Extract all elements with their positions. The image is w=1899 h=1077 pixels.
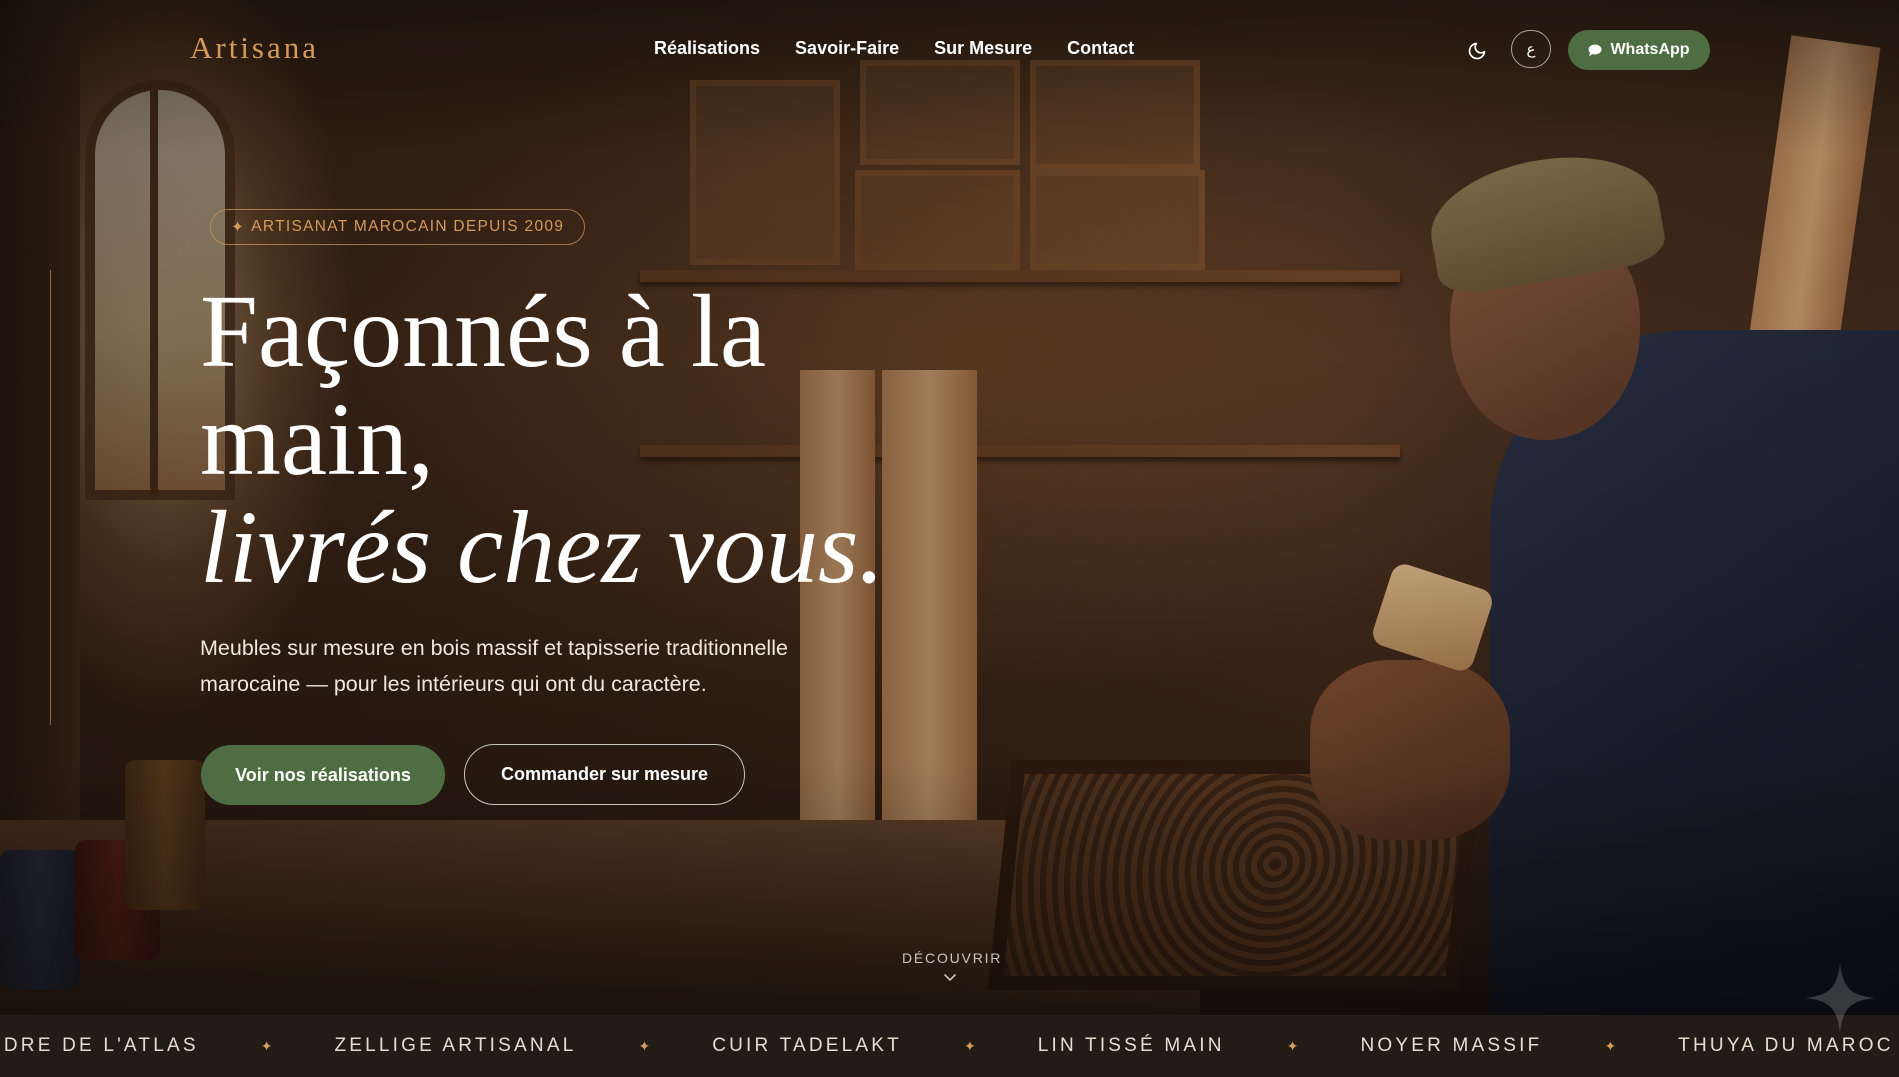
marquee-item: LIN TISSÉ MAIN — [1037, 1035, 1225, 1056]
marquee-item: ÈDRE DE L'ATLAS — [0, 1035, 199, 1056]
discover-label: DÉCOUVRIR — [902, 950, 1003, 966]
marquee-item: CUIR TADELAKT — [712, 1035, 902, 1056]
chevron-down-icon — [944, 974, 956, 982]
star-separator-icon: ✦ — [963, 1037, 976, 1054]
hero-title-line-2: main, — [200, 382, 434, 497]
whatsapp-button[interactable]: WhatsApp — [1568, 30, 1710, 70]
scroll-discover[interactable]: DÉCOUVRIR — [902, 950, 1000, 982]
nav-item-savoir-faire[interactable]: Savoir-Faire — [795, 38, 899, 59]
hero-title-line-3: livrés chez vous. — [200, 490, 885, 605]
star-separator-icon: ✦ — [638, 1037, 651, 1054]
star-separator-icon: ✦ — [1286, 1037, 1299, 1054]
main-nav: Réalisations Savoir-Faire Sur Mesure Con… — [654, 38, 1134, 59]
hero-title: Façonnés à la main, livrés chez vous. — [200, 278, 884, 602]
decorative-vertical-line — [50, 270, 51, 725]
star-separator-icon: ✦ — [1604, 1037, 1617, 1054]
sparkle-decoration-icon — [1805, 963, 1875, 1033]
custom-order-button[interactable]: Commander sur mesure — [464, 744, 745, 805]
hero-subtitle: Meubles sur mesure en bois massif et tap… — [200, 630, 880, 702]
language-toggle-button[interactable]: ع — [1511, 30, 1551, 68]
hero-title-line-1: Façonnés à la — [200, 274, 767, 389]
site-logo[interactable]: Artisana — [190, 30, 319, 66]
star-separator-icon: ✦ — [260, 1037, 273, 1054]
chat-bubble-icon — [1588, 44, 1602, 56]
marquee-item: ZELLIGE ARTISANAL — [334, 1035, 577, 1056]
nav-item-sur-mesure[interactable]: Sur Mesure — [934, 38, 1032, 59]
nav-item-contact[interactable]: Contact — [1067, 38, 1134, 59]
heritage-badge: ✦ ARTISANAT MAROCAIN DEPUIS 2009 — [210, 209, 586, 245]
hero-subtitle-line-1: Meubles sur mesure en bois massif et tap… — [200, 636, 788, 660]
theme-toggle-button[interactable] — [1462, 36, 1492, 66]
marquee-item: NOYER MASSIF — [1360, 1035, 1543, 1056]
whatsapp-label: WhatsApp — [1610, 41, 1690, 58]
nav-item-realisations[interactable]: Réalisations — [654, 38, 760, 59]
moon-icon — [1468, 42, 1486, 60]
marquee-item: THUYA DU MAROC — [1678, 1035, 1894, 1056]
badge-text: ARTISANAT MAROCAIN DEPUIS 2009 — [251, 218, 565, 235]
marquee-track: ÈDRE DE L'ATLAS ✦ ZELLIGE ARTISANAL ✦ CU… — [0, 1015, 1899, 1077]
materials-marquee: ÈDRE DE L'ATLAS ✦ ZELLIGE ARTISANAL ✦ CU… — [0, 1015, 1899, 1077]
hero-subtitle-line-2: marocaine — pour les intérieurs qui ont … — [200, 672, 707, 696]
view-projects-button[interactable]: Voir nos réalisations — [201, 745, 445, 805]
sparkle-icon: ✦ — [231, 218, 246, 236]
